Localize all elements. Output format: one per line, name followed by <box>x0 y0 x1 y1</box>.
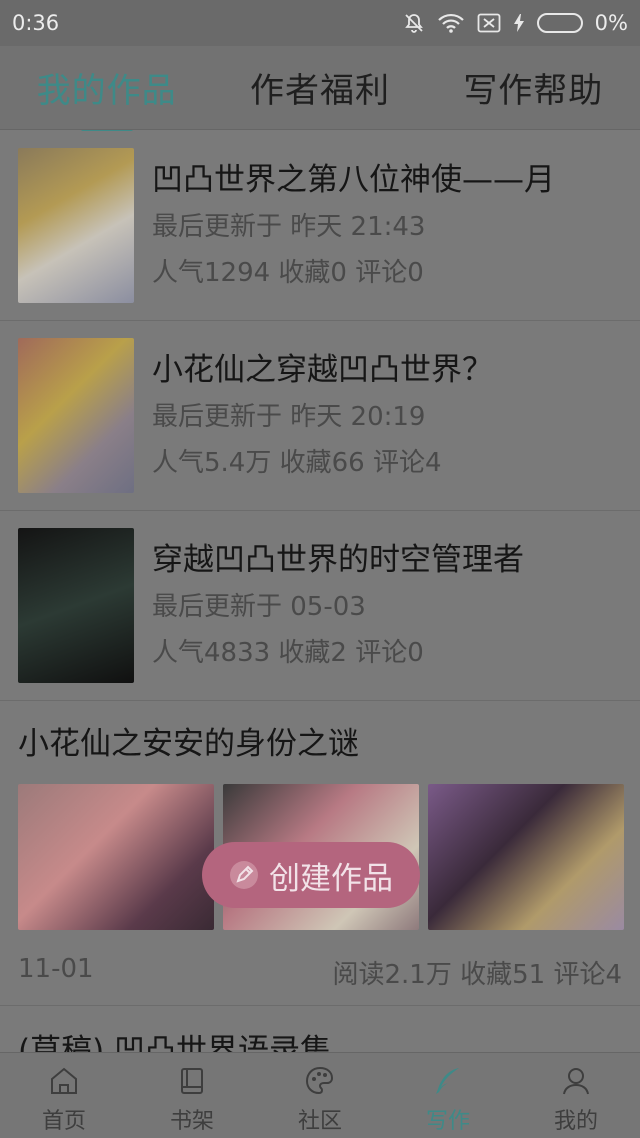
user-icon <box>560 1063 592 1099</box>
book-icon <box>176 1063 208 1099</box>
series-image <box>428 784 624 930</box>
work-cover-image <box>18 528 134 683</box>
tab-author-benefits[interactable]: 作者福利 <box>240 63 400 112</box>
top-tabs: 我的作品 作者福利 写作帮助 <box>0 46 640 134</box>
tab-label: 作者福利 <box>249 71 390 111</box>
nav-label: 社区 <box>297 1109 342 1134</box>
tab-label: 我的作品 <box>36 71 177 111</box>
work-cover-image <box>18 148 134 303</box>
palette-icon <box>304 1063 336 1099</box>
status-time: 0:36 <box>12 11 60 35</box>
work-title: 穿越凹凸世界的时空管理者 <box>152 541 524 578</box>
status-icons: 0% <box>403 11 628 35</box>
work-cover-image <box>18 338 134 493</box>
work-title: 凹凸世界之第八位神使——月 <box>152 161 555 198</box>
sim-off-icon <box>477 13 501 33</box>
nav-item-me[interactable]: 我的 <box>512 1053 640 1138</box>
nav-label: 首页 <box>41 1109 86 1134</box>
nav-item-write[interactable]: 写作 <box>384 1053 512 1138</box>
works-list: 凹凸世界之第八位神使——月 最后更新于 昨天 21:43 人气1294 收藏0 … <box>0 131 640 701</box>
tab-writing-help[interactable]: 写作帮助 <box>453 63 613 112</box>
nav-label: 书架 <box>169 1109 214 1134</box>
app-screen: 0:36 0% 我的作品 作者福利 写作帮助 凹凸世界之第八位神使——月 最后更… <box>0 0 640 1138</box>
partial-work-title[interactable]: (草稿) 凹凸世界语录集 <box>18 1030 331 1054</box>
tab-my-works[interactable]: 我的作品 <box>27 63 187 134</box>
series-image <box>18 784 214 930</box>
charging-icon <box>513 13 525 33</box>
nav-label: 写作 <box>425 1109 470 1134</box>
work-updated: 最后更新于 昨天 21:43 <box>152 211 426 242</box>
work-item[interactable]: 小花仙之穿越凹凸世界？ 最后更新于 昨天 20:19 人气5.4万 收藏66 评… <box>0 321 640 511</box>
pencil-icon <box>229 860 259 890</box>
work-info: 穿越凹凸世界的时空管理者 最后更新于 05-03 人气4833 收藏2 评论0 <box>152 536 524 676</box>
battery-icon <box>536 13 583 33</box>
work-title: 小花仙之穿越凹凸世界？ <box>152 351 493 388</box>
nav-label: 我的 <box>553 1109 598 1134</box>
nav-item-home[interactable]: 首页 <box>0 1053 128 1138</box>
status-bar: 0:36 0% <box>0 0 640 46</box>
series-title: 小花仙之安安的身份之谜 <box>18 726 359 762</box>
work-info: 凹凸世界之第八位神使——月 最后更新于 昨天 21:43 人气1294 收藏0 … <box>152 156 555 296</box>
series-date: 11-01 <box>18 954 94 984</box>
work-item[interactable]: 穿越凹凸世界的时空管理者 最后更新于 05-03 人气4833 收藏2 评论0 <box>0 511 640 701</box>
work-item[interactable]: 凹凸世界之第八位神使——月 最后更新于 昨天 21:43 人气1294 收藏0 … <box>0 131 640 321</box>
work-info: 小花仙之穿越凹凸世界？ 最后更新于 昨天 20:19 人气5.4万 收藏66 评… <box>152 346 493 486</box>
create-work-label: 创建作品 <box>269 860 393 897</box>
work-stats: 人气1294 收藏0 评论0 <box>152 257 424 288</box>
series-stats: 阅读2.1万 收藏51 评论4 <box>332 960 622 990</box>
tab-label: 写作帮助 <box>463 71 604 111</box>
wifi-icon <box>437 12 465 34</box>
work-updated: 最后更新于 05-03 <box>152 591 366 622</box>
bottom-nav: 首页 书架 社区 写作 我的 <box>0 1052 640 1138</box>
work-stats: 人气5.4万 收藏66 评论4 <box>152 447 442 478</box>
quill-icon <box>432 1063 464 1099</box>
nav-item-community[interactable]: 社区 <box>256 1053 384 1138</box>
mute-bell-icon <box>403 12 425 34</box>
create-work-button[interactable]: 创建作品 <box>202 842 420 908</box>
work-stats: 人气4833 收藏2 评论0 <box>152 637 424 668</box>
nav-item-bookshelf[interactable]: 书架 <box>128 1053 256 1138</box>
battery-percent: 0% <box>594 11 628 35</box>
home-icon <box>48 1063 80 1099</box>
work-updated: 最后更新于 昨天 20:19 <box>152 401 426 432</box>
